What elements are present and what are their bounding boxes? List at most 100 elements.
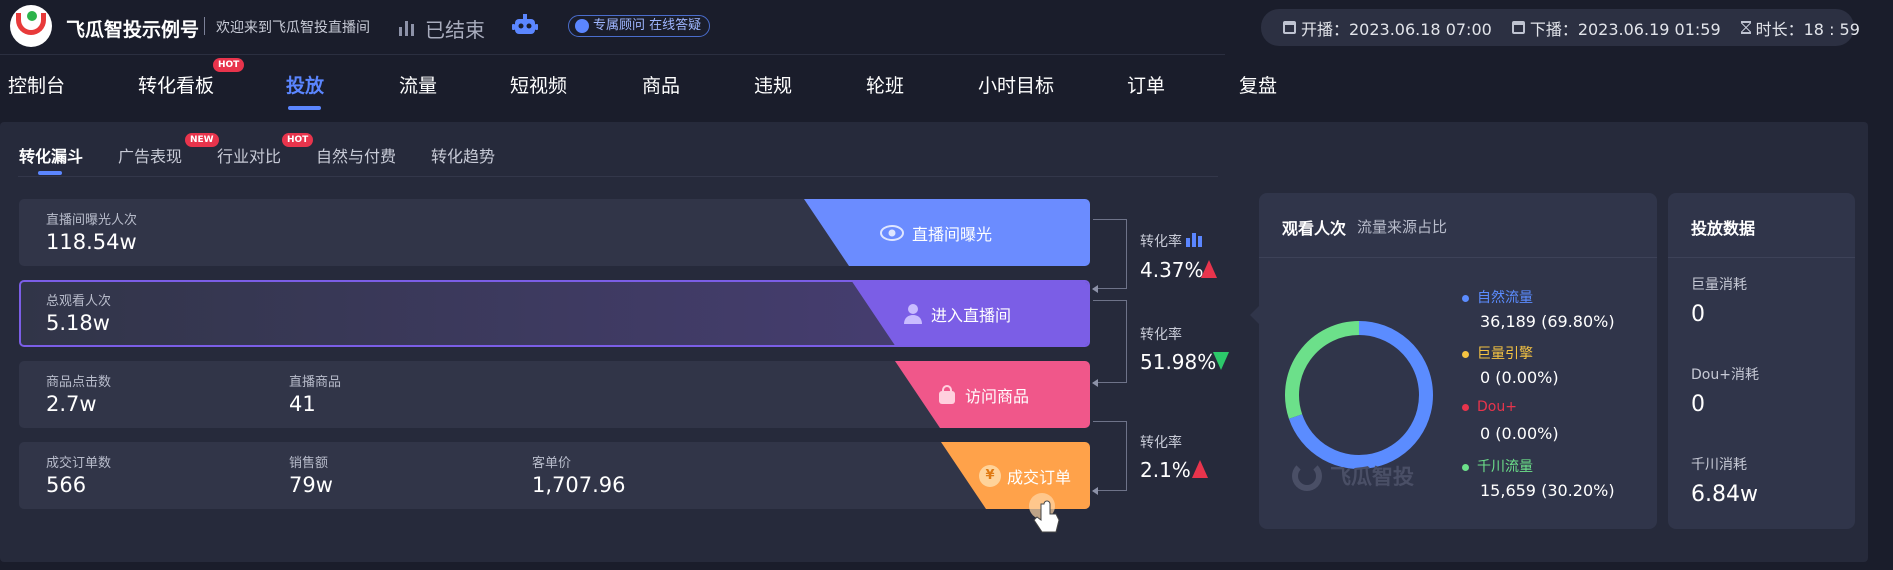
tab-conversion-funnel[interactable]: 转化漏斗: [19, 143, 83, 167]
tab-organic-vs-paid[interactable]: 自然与付费: [316, 143, 396, 167]
legend-organic: 自然流量: [1462, 287, 1533, 307]
yen-icon: ¥: [979, 464, 1001, 487]
hourglass-icon: [1740, 21, 1751, 34]
donut-slice-千川流量: [1285, 321, 1360, 419]
nav-shifts[interactable]: 轮班: [866, 71, 904, 98]
rate-2-value: 51.98%: [1140, 350, 1217, 374]
nav-hourly-goal[interactable]: 小时目标: [978, 71, 1054, 98]
qianchuan-spend-label: 千川消耗: [1691, 457, 1747, 473]
funnel-row-order: 成交订单数 566 销售额 79w 客单价 1,707.96 ¥ 成交订单: [19, 442, 1090, 509]
rate-3-value: 2.1%: [1140, 458, 1191, 482]
nav-ads[interactable]: 投放: [286, 71, 324, 98]
legend-dot: [1462, 463, 1469, 471]
legend-dot: [1462, 294, 1469, 302]
trend-up-icon: [1192, 460, 1208, 478]
enter-stage: 进入直播间: [851, 282, 1088, 345]
advisor-button[interactable]: 专属顾问 在线答疑: [568, 15, 711, 37]
subtab-active-indicator: [38, 171, 62, 175]
hot-badge: HOT: [213, 58, 245, 72]
orders-value: 566: [46, 473, 87, 497]
product-clicks-value: 2.7w: [46, 392, 97, 416]
ad-data-card: [1668, 193, 1855, 529]
live-status: 已结束: [425, 18, 485, 42]
avg-order-label: 客单价: [532, 456, 572, 471]
legend-organic-value: 36,189 (69.80%): [1480, 312, 1615, 331]
brand-logo: [10, 5, 52, 47]
chart-icon[interactable]: [1185, 231, 1202, 247]
account-name: 飞瓜智投示例号: [66, 19, 200, 41]
start-time: 开播：2023.06.18 07:00: [1283, 16, 1492, 40]
arrow-left-icon: [1092, 285, 1098, 293]
funnel-row-visit: 商品点击数 2.7w 直播商品 41 访问商品: [19, 361, 1090, 428]
order-stage-label: 成交订单: [1007, 467, 1072, 487]
rate-bracket-3: [1093, 421, 1127, 491]
funnel-row-exposure: 直播间曝光人次 118.54w 直播间曝光: [19, 199, 1090, 266]
views-card-subtitle: 流量来源占比: [1357, 218, 1448, 236]
bar-chart-icon: [399, 21, 414, 36]
rate-3-label: 转化率: [1140, 435, 1182, 451]
visit-stage: 访问商品: [895, 361, 1090, 428]
dou-plus-spend-label: Dou+消耗: [1691, 367, 1759, 383]
tab-industry-compare[interactable]: 行业对比: [217, 143, 281, 167]
header-divider: [204, 17, 205, 35]
user-icon: [904, 303, 922, 324]
arrow-left-icon: [1092, 487, 1098, 495]
legend-dou-plus: Dou+: [1462, 399, 1517, 415]
orders-label: 成交订单数: [46, 456, 112, 471]
calendar-icon: [1511, 21, 1525, 34]
exposure-value: 118.54w: [46, 230, 137, 254]
new-badge: NEW: [185, 133, 219, 147]
live-time-bar: 开播：2023.06.18 07:00 下播：2023.06.19 01:59 …: [1261, 9, 1860, 46]
legend-qianchuan-value: 15,659 (30.20%): [1480, 481, 1615, 500]
rate-1-label: 转化率: [1140, 234, 1182, 250]
shopping-bag-icon: [939, 384, 955, 404]
nav-violations[interactable]: 违规: [754, 71, 792, 98]
card-pointer: [1250, 305, 1260, 325]
total-views-value: 5.18w: [46, 311, 110, 335]
watermark: 飞瓜智投: [1292, 461, 1414, 491]
arrow-left-icon: [1092, 379, 1098, 387]
watermark-logo-icon: [1292, 461, 1322, 491]
order-stage: ¥ 成交订单: [941, 442, 1090, 509]
ocean-spend-label: 巨量消耗: [1691, 277, 1747, 293]
card-divider: [1668, 257, 1855, 258]
card-divider: [1259, 257, 1657, 258]
total-views-label: 总观看人次: [46, 294, 112, 309]
nav-short-video[interactable]: 短视频: [510, 71, 567, 98]
nav-orders[interactable]: 订单: [1127, 71, 1165, 98]
nav-review[interactable]: 复盘: [1239, 71, 1277, 98]
nav-traffic[interactable]: 流量: [399, 71, 437, 98]
nav-conversion-board[interactable]: 转化看板: [138, 71, 214, 98]
subtab-divider: [18, 176, 1218, 177]
live-products-label: 直播商品: [289, 375, 342, 390]
header-divider-line: [0, 54, 1225, 55]
exposure-stage-label: 直播间曝光: [912, 224, 993, 244]
nav-active-indicator: [288, 106, 321, 110]
eye-icon: [880, 224, 904, 241]
exposure-label: 直播间曝光人次: [46, 213, 138, 228]
sales-value: 79w: [289, 473, 333, 497]
tab-conversion-trend[interactable]: 转化趋势: [431, 143, 495, 167]
legend-dot: [1462, 403, 1469, 411]
tab-ad-performance[interactable]: 广告表现: [118, 143, 182, 167]
avg-order-value: 1,707.96: [532, 473, 626, 497]
sales-label: 销售额: [289, 456, 329, 471]
chat-icon: [575, 19, 589, 33]
hand-cursor-icon: [1029, 493, 1060, 533]
rate-bracket-2: [1093, 300, 1127, 383]
trend-down-icon: [1213, 352, 1229, 370]
legend-ocean-engine: 巨量引擎: [1462, 343, 1533, 363]
exposure-stage: 直播间曝光: [804, 199, 1090, 266]
qianchuan-spend-value: 6.84w: [1691, 482, 1758, 507]
nav-products[interactable]: 商品: [642, 71, 680, 98]
welcome-text: 欢迎来到飞瓜智投直播间: [216, 20, 370, 36]
end-time: 下播：2023.06.19 01:59: [1511, 16, 1721, 40]
product-clicks-label: 商品点击数: [46, 375, 112, 390]
rate-2-label: 转化率: [1140, 327, 1182, 343]
hot-badge: HOT: [282, 133, 314, 147]
views-card-title: 观看人次: [1282, 219, 1347, 238]
trend-up-icon: [1201, 260, 1217, 278]
duration: 时长：18 : 59: [1740, 16, 1860, 40]
robot-icon[interactable]: [512, 13, 538, 37]
nav-dashboard[interactable]: 控制台: [8, 71, 65, 98]
